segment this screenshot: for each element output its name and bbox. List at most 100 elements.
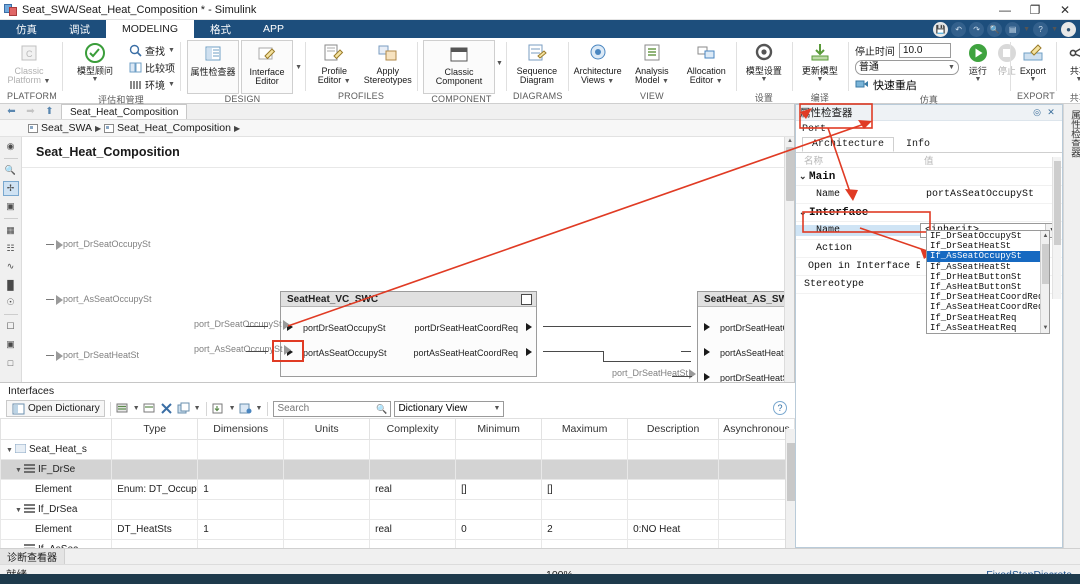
diagnostic-viewer-button[interactable]: 诊断查看器 (0, 549, 65, 564)
dropdown-option-5[interactable]: If_AsHeatButtonSt (927, 282, 1049, 292)
save-icon[interactable]: 💾 (933, 21, 949, 37)
update-model-button[interactable]: 更新模型 ▼ (795, 40, 845, 83)
tab-simulation[interactable]: 仿真 (0, 20, 53, 38)
add-interface-icon[interactable] (116, 402, 130, 416)
wire-dr-coord[interactable] (543, 326, 691, 327)
interface-editor-button[interactable]: Interface Editor (241, 40, 294, 94)
add-interface-dropdown-icon[interactable]: ▼ (133, 405, 140, 412)
sim-mode-select[interactable]: 普通 ▼ (854, 60, 959, 75)
minimize-button[interactable]: — (990, 0, 1020, 20)
dropdown-option-4[interactable]: If_DrHeatButtonSt (927, 272, 1049, 282)
wire-dr-heat-st[interactable] (672, 376, 692, 377)
export-table-icon[interactable] (239, 402, 253, 416)
table-row[interactable]: Element DT_HeatSts 1 real 0 2 0:NO Heat (0, 518, 795, 540)
as-input-port-2[interactable] (704, 373, 710, 381)
image-icon[interactable]: ▣ (3, 337, 19, 352)
tree-toggle-icon[interactable]: ▼ (15, 467, 24, 474)
col-minimum[interactable]: Minimum (455, 419, 543, 440)
tab-info[interactable]: Info (896, 137, 940, 152)
redo-icon[interactable]: ↷ (969, 21, 985, 37)
table-row[interactable]: ▼ If_DrSea (0, 498, 795, 520)
dropdown-option-6[interactable]: If_DrSeatHeatCoordReq (927, 292, 1049, 302)
chevron-down-icon[interactable]: ▼ (1075, 76, 1080, 83)
search-field[interactable]: 🔍 (273, 400, 392, 417)
as-input-port-1[interactable] (704, 348, 710, 356)
dropdown-option-3[interactable]: If_AsSeatHeatSt (927, 262, 1049, 272)
profile-editor-button[interactable]: Profile Editor ▼ (308, 40, 361, 86)
table-row[interactable]: ▼ Seat_Heat_s (0, 438, 795, 460)
property-group-interface[interactable]: ⌄ Interface (796, 204, 1062, 222)
wire-dr-occupy[interactable] (246, 326, 268, 327)
canvas-vscroll-thumb[interactable] (786, 147, 794, 201)
dropdown-option-8[interactable]: If_DrSeatHeatReq (927, 313, 1049, 323)
breadcrumb-item-1[interactable]: Seat_Heat_Composition (117, 122, 231, 134)
help-icon[interactable]: ? (1033, 21, 1049, 37)
property-inspector-scrollbar[interactable] (1052, 157, 1061, 299)
close-icon[interactable]: ✕ (1044, 106, 1058, 120)
fit-to-view-icon[interactable]: ✢ (2, 181, 19, 196)
stop-time-input[interactable]: 10.0 (898, 43, 951, 58)
external-port-dr-seat-heat[interactable]: port_DrSeatHeatSt (46, 350, 139, 361)
apply-stereotypes-button[interactable]: Apply Stereotypes (362, 40, 415, 86)
search-icon[interactable]: 🔍 (987, 21, 1003, 37)
col-complexity[interactable]: Complexity (369, 419, 457, 440)
classic-component-button[interactable]: Classic Component (423, 40, 495, 94)
delete-icon[interactable] (160, 402, 174, 416)
property-inspector-button[interactable]: 属性检查器 (187, 40, 240, 94)
wire-as-occupy[interactable] (246, 351, 268, 352)
classic-platform-button[interactable]: C Classic Platform ▼ (3, 40, 55, 86)
add-state-icon[interactable]: ☉ (3, 295, 19, 310)
chevron-down-icon[interactable]: ▼ (92, 76, 99, 83)
col-name[interactable] (0, 419, 113, 440)
pin-icon[interactable]: ◎ (1030, 106, 1044, 120)
chevron-down-icon-2[interactable]: ▼ (1051, 26, 1058, 33)
property-group-main[interactable]: ⌄ Main (796, 168, 1062, 186)
table-row[interactable]: ▼ IF_DrSe (0, 458, 795, 480)
chevron-down-icon[interactable]: ▼ (1023, 26, 1030, 33)
property-row-main-name[interactable]: Name portAsSeatOccupySt (796, 186, 1062, 204)
dropdown-scroll-thumb[interactable] (1042, 244, 1049, 284)
open-dictionary-button[interactable]: Open Dictionary (6, 400, 105, 417)
col-asynchronous[interactable]: Asynchronous (718, 419, 795, 440)
dropdown-option-7[interactable]: If_AsSeatHeatCoordReq (927, 302, 1049, 312)
search-input[interactable] (274, 401, 373, 416)
wire-as-coord-a[interactable] (543, 351, 603, 352)
explorer-icon[interactable]: ◉ (3, 139, 19, 154)
chevron-down-icon[interactable]: ▼ (974, 76, 981, 83)
chevron-down-icon[interactable]: ▼ (760, 76, 767, 83)
col-maximum[interactable]: Maximum (541, 419, 629, 440)
interface-name-dropdown-list[interactable]: IF_DrSeatOccupySt If_DrSeatHeatSt If_AsS… (926, 230, 1050, 334)
external-port-as-seat-occupy[interactable]: port_AsSeatOccupySt (46, 294, 152, 305)
design-group-overflow-icon[interactable]: ▼ (295, 64, 302, 71)
reference-component-icon[interactable]: ☷ (3, 241, 19, 256)
wire-as-coord-b[interactable] (603, 351, 604, 361)
export-button[interactable]: Export ▼ (1013, 40, 1053, 83)
chevron-down-icon[interactable]: ▼ (816, 76, 823, 83)
breadcrumb-item-0[interactable]: Seat_SWA (41, 122, 92, 134)
scroll-down-icon[interactable]: ▼ (1042, 324, 1049, 333)
model-settings-button[interactable]: 模型设置 ▼ (739, 40, 789, 83)
find-item[interactable]: 查找 ▼ (126, 42, 177, 59)
vc-output-port-1[interactable] (526, 348, 532, 356)
model-advisor-button[interactable]: 模型顾问 ▼ (65, 40, 125, 83)
tab-architecture[interactable]: Architecture (802, 137, 895, 152)
tab-debug[interactable]: 调试 (53, 20, 106, 38)
fast-restart-row[interactable]: 快速重启 (855, 77, 959, 93)
block-seatheat-as-swc[interactable]: SeatHeat_AS_SWC portDrSeatHeatCoordRe po… (697, 291, 784, 391)
import-dropdown-icon[interactable]: ▼ (229, 405, 236, 412)
component-palette-icon[interactable]: ▦ (3, 223, 19, 238)
bus-icon[interactable]: █ (3, 277, 19, 292)
model-tab[interactable]: Seat_Heat_Composition (61, 104, 188, 119)
dropdown-option-0[interactable]: IF_DrSeatOccupySt (927, 231, 1049, 241)
zoom-fit-icon[interactable]: 🔍 (3, 163, 19, 178)
scroll-up-icon[interactable]: ▲ (1042, 231, 1049, 240)
zoom-region-icon[interactable]: ▣ (3, 199, 19, 214)
tab-app[interactable]: APP (247, 20, 300, 38)
tab-modeling[interactable]: MODELING (106, 20, 195, 38)
block-seatheat-vc-swc[interactable]: SeatHeat_VC_SWC portDrSeatOccupySt portA… (280, 291, 537, 377)
tree-toggle-icon[interactable]: ▼ (15, 507, 24, 514)
dropdown-option-2[interactable]: If_AsSeatOccupySt (927, 251, 1049, 262)
table-row[interactable]: Element Enum: DT_OccupyS 1 real [] [] (0, 478, 795, 500)
add-element-icon[interactable] (143, 402, 157, 416)
environment-item[interactable]: 环境 ▼ (126, 76, 177, 93)
